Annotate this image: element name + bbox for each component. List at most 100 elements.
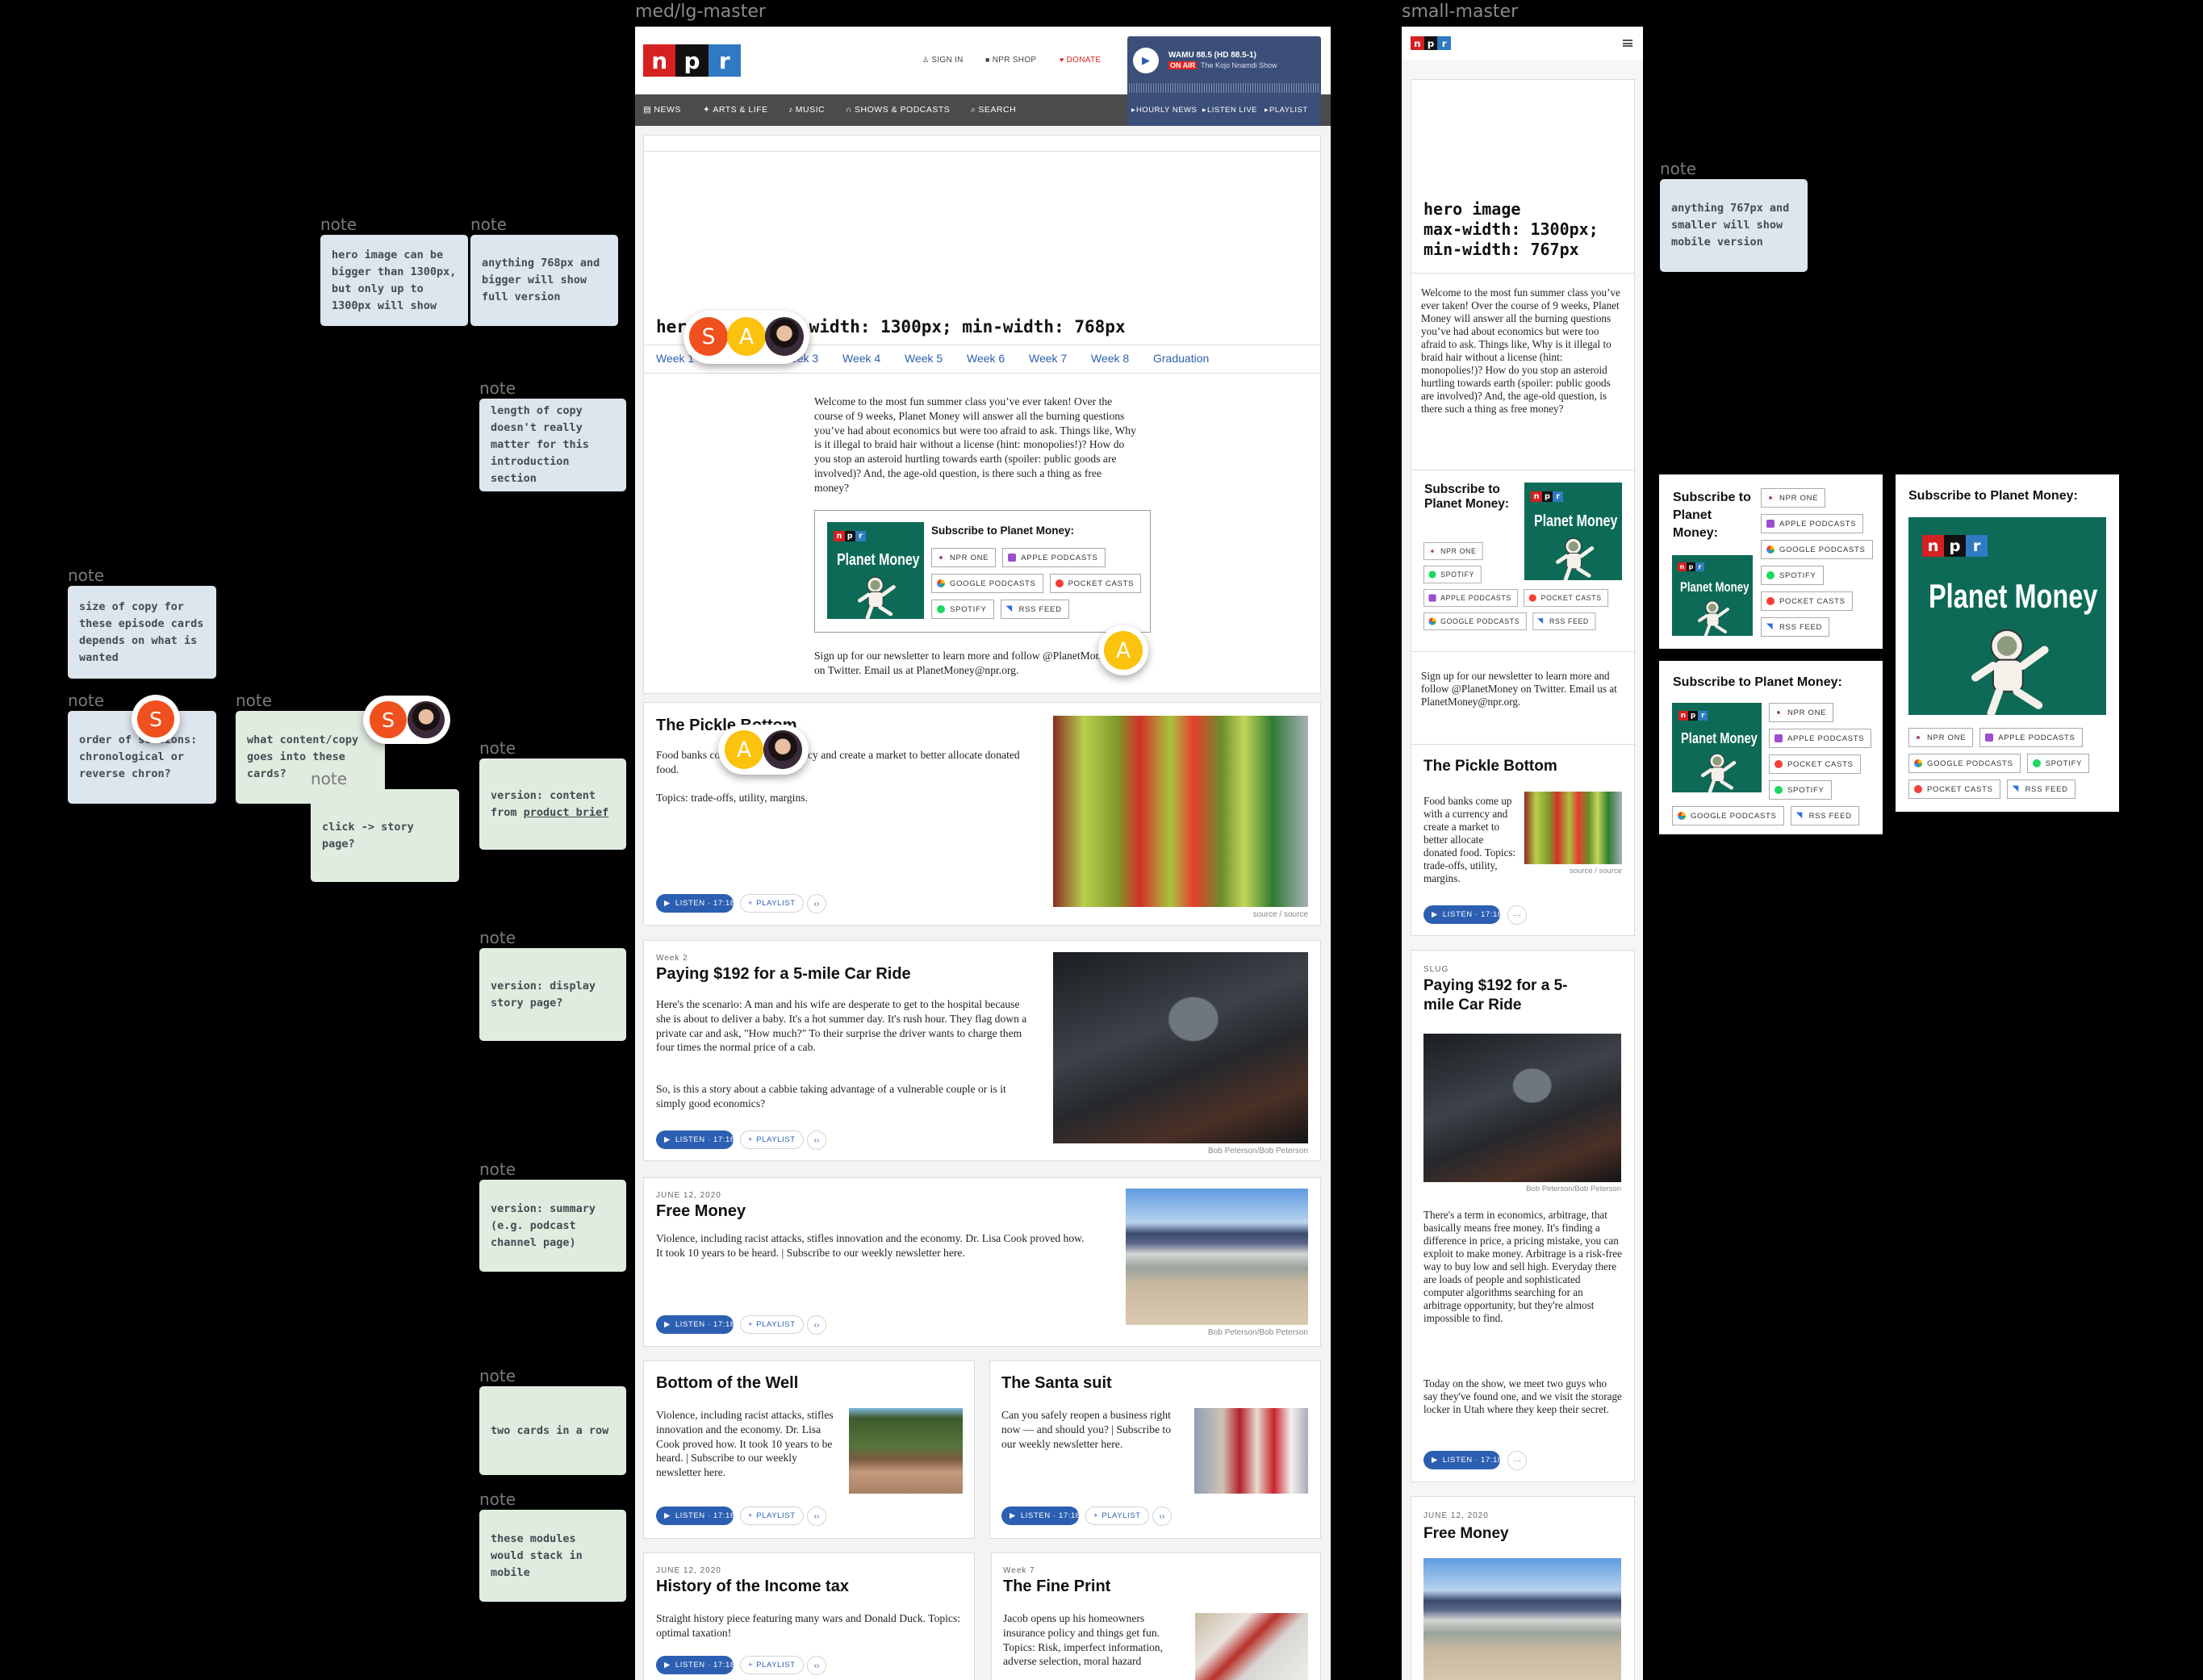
subscribe-rss-feed-button[interactable]: ◥ RSS FEED: [1761, 617, 1830, 637]
header-donate-link[interactable]: ♥ DONATE: [1060, 56, 1101, 65]
subscribe-pocket-casts-button[interactable]: POCKET CASTS: [1524, 589, 1609, 608]
sticky-note[interactable]: these modules would stack in mobile: [479, 1510, 626, 1602]
subscribe-rss-feed-button[interactable]: ◥ RSS FEED: [2006, 779, 2076, 799]
card-title[interactable]: Paying $192 for a 5-mile Car Ride: [1423, 976, 1585, 1015]
collaborator-avatar-s[interactable]: S: [689, 317, 728, 356]
subscribe-npr-one-button[interactable]: NPR ONE: [1769, 703, 1834, 722]
listen-button[interactable]: ▶ LISTEN · 17:18: [656, 1130, 734, 1149]
card-title[interactable]: History of the Income tax: [656, 1578, 849, 1596]
sticky-note[interactable]: hero image can be bigger than 1300px, bu…: [320, 235, 468, 326]
subscribe-pocket-casts-button[interactable]: POCKET CASTS: [1049, 574, 1142, 593]
listen-button[interactable]: ▶ LISTEN · 17:18: [1423, 905, 1502, 924]
subscribe-apple-podcasts-button[interactable]: APPLE PODCASTS: [1979, 728, 2083, 747]
add-to-playlist-button[interactable]: + PLAYLIST: [740, 1315, 804, 1334]
player-link[interactable]: LISTEN LIVE: [1207, 106, 1257, 115]
more-options-button[interactable]: ···: [1507, 1451, 1527, 1470]
sticky-note[interactable]: version: summary (e.g. podcast channel p…: [479, 1180, 626, 1272]
header-shop-link[interactable]: ■ NPR SHOP: [985, 56, 1036, 65]
collaborator-avatar-s[interactable]: S: [137, 700, 174, 738]
subscribe-apple-podcasts-button[interactable]: APPLE PODCASTS: [1002, 548, 1106, 567]
embed-button[interactable]: ‹›: [807, 1507, 826, 1526]
mobile-npr-logo[interactable]: npr: [1411, 36, 1451, 50]
listen-button[interactable]: ▶ LISTEN · 17:18: [656, 1507, 734, 1525]
card-title[interactable]: Bottom of the Well: [656, 1374, 798, 1393]
tab-week-7[interactable]: Week 7: [1029, 352, 1067, 365]
sticky-note[interactable]: anything 768px and bigger will show full…: [470, 235, 618, 326]
listen-button[interactable]: ▶ LISTEN · 17:18: [656, 1315, 734, 1334]
subscribe-pocket-casts-button[interactable]: POCKET CASTS: [1908, 779, 2000, 799]
subscribe-spotify-button[interactable]: SPOTIFY: [1761, 566, 1824, 585]
header-sign-in-link[interactable]: ♙ SIGN IN: [922, 56, 964, 65]
subscribe-npr-one-button[interactable]: NPR ONE: [1908, 728, 1974, 747]
sticky-note[interactable]: version: display story page?: [479, 948, 626, 1041]
tab-week-4[interactable]: Week 4: [842, 352, 880, 365]
sticky-note[interactable]: version: content from product brief: [479, 759, 626, 850]
sticky-note[interactable]: click -> story page?: [311, 789, 459, 882]
add-to-playlist-button[interactable]: + PLAYLIST: [740, 1130, 804, 1149]
embed-button[interactable]: ‹›: [1152, 1507, 1172, 1526]
collaborator-avatar-a[interactable]: A: [1104, 631, 1143, 670]
subscribe-google-podcasts-button[interactable]: GOOGLE PODCASTS: [931, 574, 1043, 593]
subscribe-spotify-button[interactable]: SPOTIFY: [1423, 566, 1482, 584]
play-button[interactable]: ▶: [1133, 48, 1159, 73]
sticky-note[interactable]: two cards in a row: [479, 1386, 626, 1475]
subscribe-apple-podcasts-button[interactable]: APPLE PODCASTS: [1423, 589, 1519, 608]
card-title[interactable]: Paying $192 for a 5-mile Car Ride: [656, 965, 911, 984]
nav-item-arts-life[interactable]: ✦ ARTS & LIFE: [703, 105, 768, 115]
subscribe-rss-feed-button[interactable]: ◥ RSS FEED: [1532, 612, 1596, 631]
embed-button[interactable]: ‹›: [807, 1656, 826, 1675]
note-link[interactable]: product brief: [524, 806, 609, 819]
subscribe-npr-one-button[interactable]: NPR ONE: [1423, 542, 1483, 561]
collaborator-avatar-photo[interactable]: [763, 730, 802, 769]
embed-button[interactable]: ‹›: [807, 1130, 826, 1150]
collaborator-avatar-photo[interactable]: [408, 701, 445, 738]
hamburger-menu-icon[interactable]: [1623, 40, 1632, 47]
add-to-playlist-button[interactable]: + PLAYLIST: [740, 894, 804, 913]
card-title[interactable]: The Santa suit: [1001, 1374, 1112, 1393]
subscribe-pocket-casts-button[interactable]: POCKET CASTS: [1769, 754, 1861, 774]
sticky-note[interactable]: anything 767px and smaller will show mob…: [1660, 179, 1808, 272]
collaborator-avatar-s[interactable]: S: [370, 701, 407, 738]
card-title[interactable]: Free Money: [656, 1202, 746, 1221]
subscribe-spotify-button[interactable]: SPOTIFY: [931, 600, 994, 619]
embed-button[interactable]: ‹›: [807, 1315, 826, 1335]
embed-button[interactable]: ‹›: [807, 894, 826, 913]
nav-item-news[interactable]: ▤ NEWS: [643, 105, 681, 115]
collaborator-avatar-photo[interactable]: [765, 317, 804, 356]
player-link[interactable]: PLAYLIST: [1269, 106, 1308, 115]
collaborator-avatar-a[interactable]: A: [725, 730, 763, 769]
subscribe-rss-feed-button[interactable]: ◥ RSS FEED: [1000, 600, 1069, 619]
sticky-note[interactable]: size of copy for these episode cards dep…: [68, 586, 216, 679]
card-title[interactable]: The Pickle Bottom: [1423, 757, 1557, 776]
sticky-note[interactable]: length of copy doesn't really matter for…: [479, 399, 626, 491]
add-to-playlist-button[interactable]: + PLAYLIST: [740, 1656, 804, 1674]
add-to-playlist-button[interactable]: + PLAYLIST: [740, 1507, 804, 1525]
subscribe-google-podcasts-button[interactable]: GOOGLE PODCASTS: [1423, 612, 1527, 631]
nav-item-music[interactable]: ♪ MUSIC: [788, 105, 825, 115]
add-to-playlist-button[interactable]: + PLAYLIST: [1085, 1507, 1149, 1525]
card-title[interactable]: The Fine Print: [1003, 1578, 1110, 1596]
subscribe-npr-one-button[interactable]: NPR ONE: [931, 548, 997, 567]
subscribe-rss-feed-button[interactable]: ◥ RSS FEED: [1790, 806, 1859, 825]
subscribe-spotify-button[interactable]: SPOTIFY: [2026, 754, 2090, 773]
subscribe-spotify-button[interactable]: SPOTIFY: [1769, 780, 1832, 800]
listen-button[interactable]: ▶ LISTEN · 17:18: [1001, 1507, 1080, 1525]
tab-week-5[interactable]: Week 5: [905, 352, 943, 365]
subscribe-apple-podcasts-button[interactable]: APPLE PODCASTS: [1769, 729, 1872, 748]
tab-week-6[interactable]: Week 6: [967, 352, 1005, 365]
listen-button[interactable]: ▶ LISTEN · 17:18: [656, 894, 734, 913]
listen-button[interactable]: ▶ LISTEN · 17:18: [1423, 1451, 1502, 1469]
subscribe-google-podcasts-button[interactable]: GOOGLE PODCASTS: [1908, 754, 2021, 773]
npr-logo[interactable]: npr: [643, 44, 741, 77]
subscribe-google-podcasts-button[interactable]: GOOGLE PODCASTS: [1761, 540, 1873, 559]
subscribe-apple-podcasts-button[interactable]: APPLE PODCASTS: [1761, 514, 1864, 533]
subscribe-google-podcasts-button[interactable]: GOOGLE PODCASTS: [1672, 806, 1784, 825]
tab-graduation[interactable]: Graduation: [1153, 352, 1209, 365]
subscribe-pocket-casts-button[interactable]: POCKET CASTS: [1761, 591, 1853, 611]
tab-week-8[interactable]: Week 8: [1091, 352, 1129, 365]
collaborator-avatar-a[interactable]: A: [727, 317, 766, 356]
nav-item-search[interactable]: ⌕ SEARCH: [971, 105, 1016, 115]
nav-item-shows-podcasts[interactable]: ∩ SHOWS & PODCASTS: [846, 105, 950, 115]
subscribe-npr-one-button[interactable]: NPR ONE: [1761, 488, 1826, 508]
more-options-button[interactable]: ···: [1507, 905, 1527, 925]
